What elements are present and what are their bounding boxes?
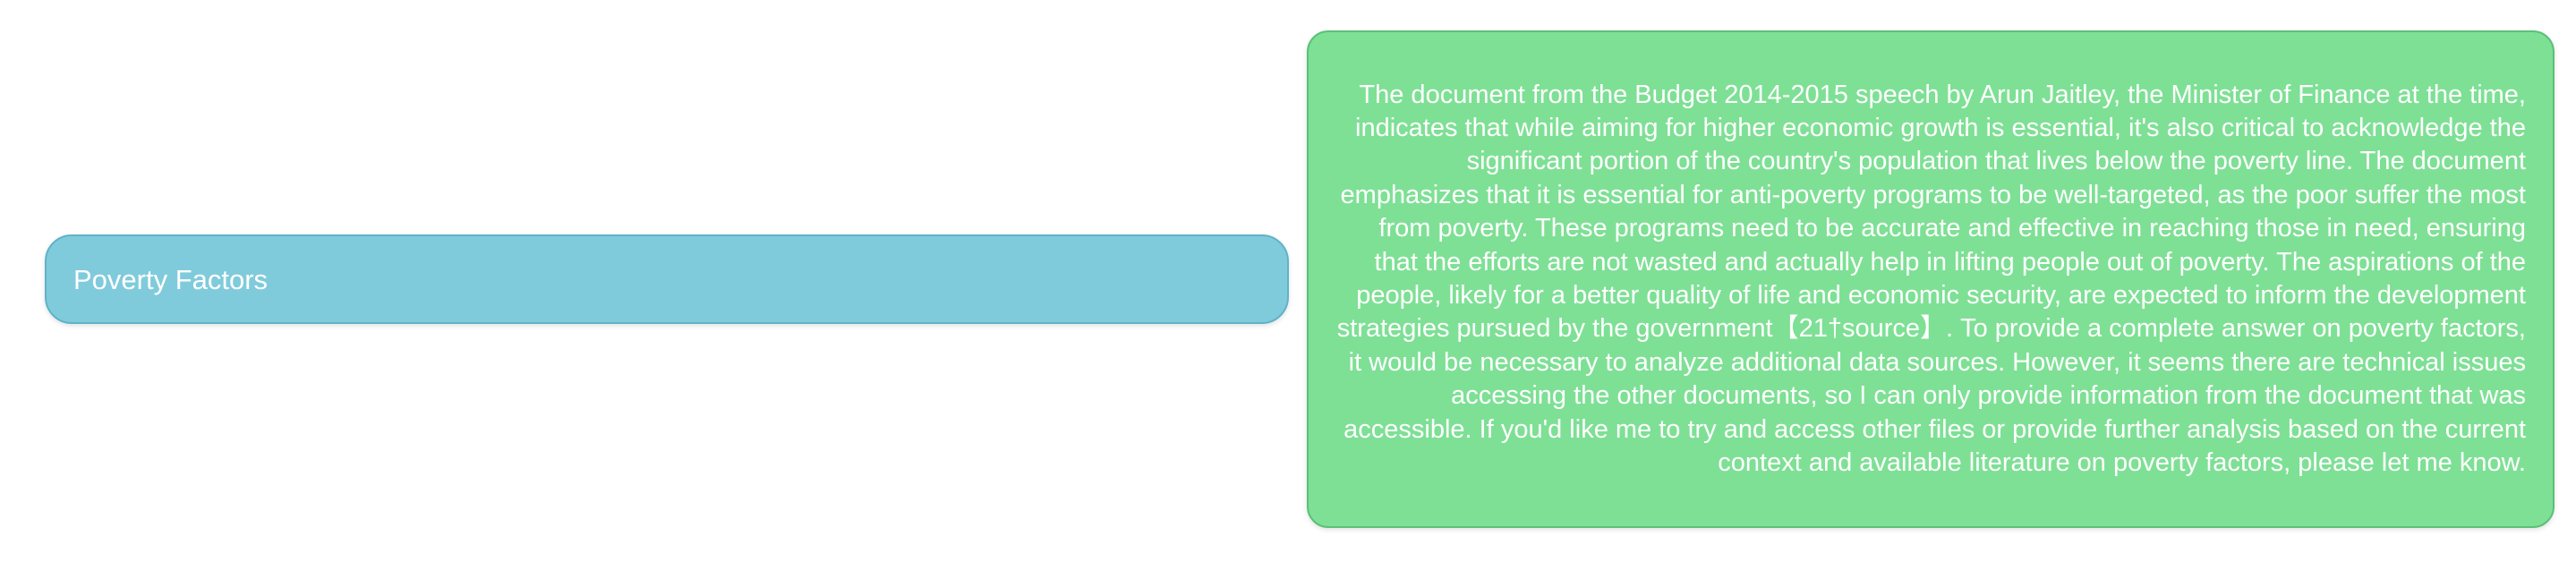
answer-text: The document from the Budget 2014-2015 s… <box>1336 80 2526 478</box>
topic-node[interactable]: Poverty Factors <box>45 234 1289 324</box>
answer-node[interactable]: The document from the Budget 2014-2015 s… <box>1307 30 2555 528</box>
topic-label: Poverty Factors <box>73 263 269 295</box>
